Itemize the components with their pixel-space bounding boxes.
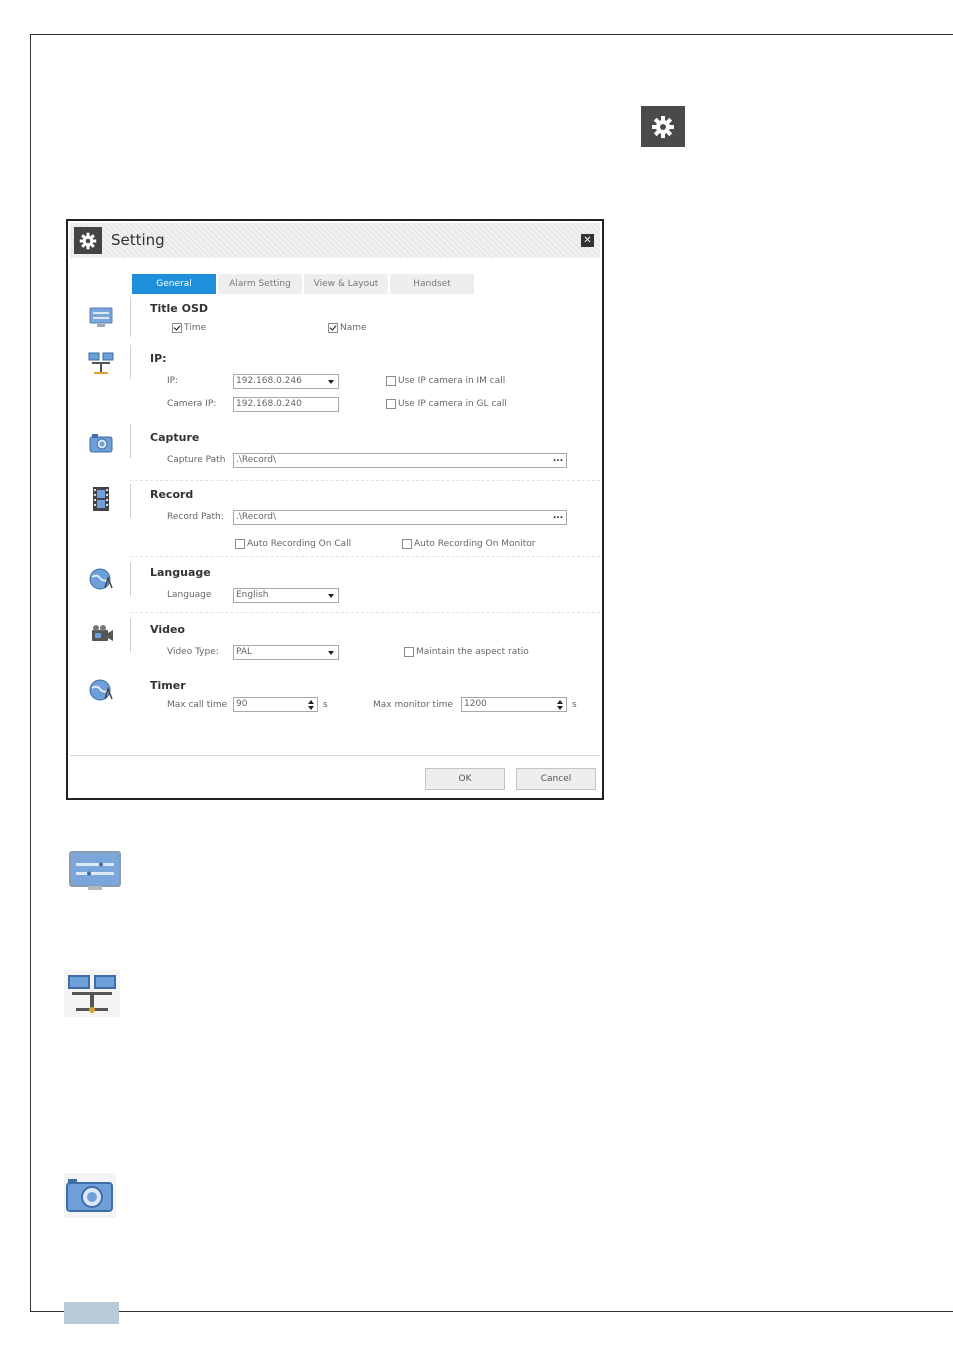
network-icon xyxy=(88,352,114,374)
section-separator xyxy=(130,556,600,557)
checkbox-box[interactable] xyxy=(235,539,245,549)
use-ip-camera-im-checkbox[interactable]: Use IP camera in IM call xyxy=(386,376,505,386)
checkbox-box[interactable] xyxy=(172,323,182,333)
ok-button[interactable]: OK xyxy=(425,768,505,790)
max-monitor-time-label: Max monitor time xyxy=(373,700,453,710)
settings-gear-button[interactable] xyxy=(641,106,685,147)
tab-general[interactable]: General xyxy=(132,274,216,294)
checkbox-box[interactable] xyxy=(386,376,396,386)
network-icon xyxy=(64,970,120,1017)
section-divider xyxy=(130,562,131,596)
chevron-down-icon xyxy=(328,594,334,598)
checkbox-box[interactable] xyxy=(328,323,338,333)
use-ip-camera-gl-label: Use IP camera in GL call xyxy=(398,399,507,409)
checkbox-box[interactable] xyxy=(386,399,396,409)
record-path-label: Record Path: xyxy=(167,512,224,522)
capture-path-input[interactable]: .\Record\ ... xyxy=(233,453,567,468)
capture-browse-button[interactable]: ... xyxy=(552,455,564,466)
page-number-tab xyxy=(64,1302,119,1324)
capture-heading: Capture xyxy=(150,431,200,444)
maintain-aspect-label: Maintain the aspect ratio xyxy=(416,647,529,657)
section-divider xyxy=(130,484,131,518)
section-divider xyxy=(130,345,131,379)
film-icon xyxy=(93,487,109,511)
capture-path-label: Capture Path xyxy=(167,455,226,465)
auto-recording-call-checkbox[interactable]: Auto Recording On Call xyxy=(235,539,351,549)
section-divider xyxy=(130,297,131,337)
camera-ip-input[interactable]: 192.168.0.240 xyxy=(233,397,339,412)
dialog-title-bar: Setting ✕ xyxy=(70,223,600,258)
ip-select[interactable]: 192.168.0.246 xyxy=(233,374,339,389)
max-monitor-time-value: 1200 xyxy=(464,699,487,709)
auto-recording-monitor-label: Auto Recording On Monitor xyxy=(414,539,536,549)
use-ip-camera-im-label: Use IP camera in IM call xyxy=(398,376,506,386)
video-type-label: Video Type: xyxy=(167,647,219,657)
title-osd-heading: Title OSD xyxy=(150,302,208,315)
chevron-down-icon xyxy=(328,380,334,384)
section-separator xyxy=(130,480,600,481)
section-divider xyxy=(130,618,131,652)
page-border-bottom xyxy=(30,1311,953,1312)
max-call-time-label: Max call time xyxy=(167,700,228,710)
time-checkbox[interactable]: Time xyxy=(172,323,206,333)
max-monitor-time-unit: s xyxy=(572,700,577,710)
maintain-aspect-checkbox[interactable]: Maintain the aspect ratio xyxy=(404,647,529,657)
language-select[interactable]: English xyxy=(233,588,339,603)
auto-recording-call-label: Auto Recording On Call xyxy=(247,539,352,549)
language-label: Language xyxy=(167,590,212,600)
cancel-button[interactable]: Cancel xyxy=(516,768,596,790)
close-button[interactable]: ✕ xyxy=(581,234,594,247)
timer-heading: Timer xyxy=(150,679,186,692)
capture-path-value: .\Record\ xyxy=(236,455,277,465)
gear-icon xyxy=(74,227,102,254)
language-value: English xyxy=(236,590,269,600)
video-heading: Video xyxy=(150,623,185,636)
tab-view-layout[interactable]: View & Layout xyxy=(304,274,388,294)
monitor-osd-icon xyxy=(89,307,113,327)
time-checkbox-label: Time xyxy=(184,323,207,333)
checkbox-box[interactable] xyxy=(404,647,414,657)
section-separator xyxy=(130,612,600,613)
camera-ip-label: Camera IP: xyxy=(167,399,217,409)
record-heading: Record xyxy=(150,488,194,501)
video-type-select[interactable]: PAL xyxy=(233,645,339,660)
spinner-arrows-icon[interactable] xyxy=(556,699,564,711)
globe-icon xyxy=(89,568,113,590)
max-call-time-unit: s xyxy=(323,700,328,710)
record-path-value: .\Record\ xyxy=(236,512,277,522)
tab-alarm-setting[interactable]: Alarm Setting xyxy=(218,274,302,294)
name-checkbox-label: Name xyxy=(340,323,367,333)
video-camera-icon xyxy=(92,625,113,641)
dialog-body: General Alarm Setting View & Layout Hand… xyxy=(70,259,600,756)
camera-icon xyxy=(64,1173,116,1218)
auto-recording-monitor-checkbox[interactable]: Auto Recording On Monitor xyxy=(402,539,536,549)
video-type-value: PAL xyxy=(236,647,253,657)
page-border-top xyxy=(30,34,953,35)
section-divider xyxy=(130,424,131,458)
checkbox-box[interactable] xyxy=(402,539,412,549)
ip-value: 192.168.0.246 xyxy=(236,376,302,386)
name-checkbox[interactable]: Name xyxy=(328,323,367,333)
max-monitor-time-spinbox[interactable]: 1200 xyxy=(461,697,567,712)
max-call-time-value: 90 xyxy=(236,699,248,709)
max-call-time-spinbox[interactable]: 90 xyxy=(233,697,318,712)
tab-bar: General Alarm Setting View & Layout Hand… xyxy=(132,274,474,294)
globe-icon xyxy=(89,679,113,701)
ip-label: IP: xyxy=(167,376,179,386)
dialog-title: Setting xyxy=(111,231,165,249)
gear-icon xyxy=(652,115,674,138)
ip-heading: IP: xyxy=(150,352,167,365)
record-browse-button[interactable]: ... xyxy=(552,512,564,523)
page-border-left xyxy=(30,34,31,1312)
language-heading: Language xyxy=(150,566,211,579)
chevron-down-icon xyxy=(328,651,334,655)
use-ip-camera-gl-checkbox[interactable]: Use IP camera in GL call xyxy=(386,399,507,409)
tab-handset[interactable]: Handset xyxy=(390,274,474,294)
monitor-osd-icon xyxy=(69,851,121,890)
camera-icon xyxy=(89,434,113,453)
record-path-input[interactable]: .\Record\ ... xyxy=(233,510,567,525)
spinner-arrows-icon[interactable] xyxy=(307,699,315,711)
setting-dialog: Setting ✕ General Alarm Setting View & L… xyxy=(66,219,604,800)
